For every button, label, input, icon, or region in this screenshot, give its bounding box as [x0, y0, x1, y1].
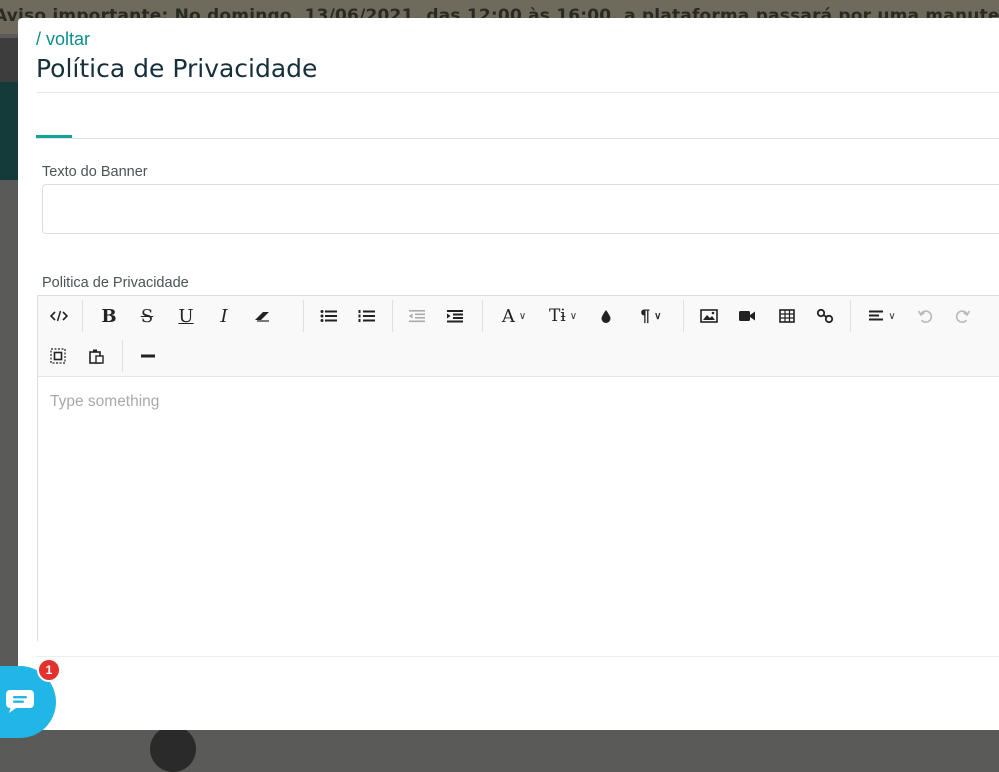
outdent-icon[interactable]: [406, 304, 428, 328]
italic-icon[interactable]: I: [216, 304, 232, 328]
title-divider: [36, 92, 999, 93]
horizontal-rule-icon[interactable]: [138, 344, 158, 368]
chat-notification-badge: 1: [37, 658, 61, 682]
video-icon[interactable]: [736, 304, 758, 328]
chat-bubble-icon: [6, 690, 34, 713]
toolbar-separator: [82, 300, 83, 332]
bold-icon[interactable]: B: [100, 304, 118, 328]
strikethrough-icon[interactable]: S: [137, 304, 157, 328]
tab-divider: [36, 138, 999, 139]
font-size-icon[interactable]: Tɨ ∨: [545, 304, 581, 328]
unordered-list-icon[interactable]: [318, 304, 340, 328]
background-sidebar: [0, 82, 18, 180]
rich-text-editor: B S U I A ∨ Tɨ ∨ ¶ ∨ ∨ Type something: [37, 295, 999, 641]
toolbar-separator: [683, 300, 684, 332]
redo-icon[interactable]: [952, 304, 974, 328]
banner-text-input[interactable]: [42, 184, 999, 234]
background-avatar: [150, 726, 196, 772]
editor-content-area[interactable]: Type something: [38, 377, 999, 641]
privacy-policy-modal: / voltar Política de Privacidade Texto d…: [18, 18, 999, 730]
toolbar-separator: [122, 340, 123, 372]
editor-toolbar-row-2: [38, 336, 999, 377]
footer-divider: [36, 656, 999, 657]
table-icon[interactable]: [776, 304, 798, 328]
text-color-drop-icon[interactable]: [598, 304, 614, 328]
back-link[interactable]: / voltar: [36, 29, 90, 50]
editor-placeholder: Type something: [50, 393, 160, 410]
editor-toolbar-row-1: B S U I A ∨ Tɨ ∨ ¶ ∨ ∨: [38, 296, 999, 337]
indent-icon[interactable]: [444, 304, 466, 328]
banner-text-label: Texto do Banner: [42, 164, 148, 180]
align-icon[interactable]: ∨: [864, 304, 900, 328]
link-icon[interactable]: [814, 304, 836, 328]
code-view-icon[interactable]: [48, 304, 70, 328]
underline-icon[interactable]: U: [176, 304, 196, 328]
toolbar-separator: [303, 300, 304, 332]
paragraph-icon[interactable]: ¶ ∨: [634, 304, 668, 328]
page-title: Política de Privacidade: [36, 54, 318, 83]
toolbar-separator: [850, 300, 851, 332]
font-color-icon[interactable]: A ∨: [496, 304, 532, 328]
paste-icon[interactable]: [86, 344, 106, 368]
eraser-icon[interactable]: [252, 304, 274, 328]
image-icon[interactable]: [698, 304, 720, 328]
background-header: [0, 38, 18, 82]
ordered-list-icon[interactable]: [356, 304, 378, 328]
toolbar-separator: [482, 300, 483, 332]
toolbar-separator: [392, 300, 393, 332]
policy-text-label: Politica de Privacidade: [42, 275, 189, 291]
undo-icon[interactable]: [914, 304, 936, 328]
select-all-icon[interactable]: [48, 344, 68, 368]
